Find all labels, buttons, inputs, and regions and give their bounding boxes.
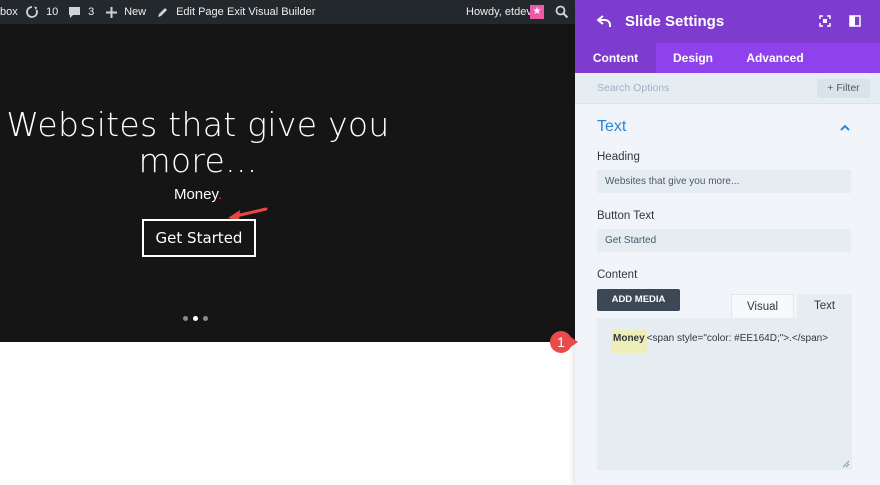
slider-module: Websites that give you more... Money. Ge… xyxy=(0,24,575,342)
button-text-label: Button Text xyxy=(597,210,655,222)
pencil-icon xyxy=(158,8,167,18)
expand-icon[interactable] xyxy=(819,15,831,27)
add-media-button[interactable]: ADD MEDIA xyxy=(597,289,680,311)
editor-code: Money <span style="color: #EE164D;">.</sp… xyxy=(611,330,829,353)
admin-bar: box 10 3 New Edit Page Exit Visual Build… xyxy=(0,0,575,24)
slide-settings-panel: Slide Settings Content Design Advanced S… xyxy=(575,0,880,485)
tab-content[interactable]: Content xyxy=(575,43,656,73)
panel-header: Slide Settings xyxy=(575,0,880,43)
site-name-fragment[interactable]: box xyxy=(0,0,18,24)
editor-span-code: <span style="color: #EE164D;">.</span> xyxy=(646,333,829,344)
slide-content-word: Money xyxy=(173,186,218,203)
edit-page-label: Edit Page xyxy=(176,6,224,18)
slide-heading-line1: Websites that give you xyxy=(6,105,390,144)
search-icon[interactable] xyxy=(555,5,569,19)
highlighted-word: Money xyxy=(611,330,647,353)
panel-title: Slide Settings xyxy=(625,13,725,30)
step-badge: 1 xyxy=(550,331,578,353)
slider-pagination xyxy=(183,308,213,326)
new-label: New xyxy=(124,6,147,18)
slide-content-period: . xyxy=(217,186,223,203)
comments-count: 3 xyxy=(88,6,95,18)
filter-button[interactable]: + Filter xyxy=(817,79,870,98)
panel-tabs: Content Design Advanced xyxy=(575,43,880,73)
updates-item[interactable]: 10 xyxy=(25,0,58,24)
pager-dot-2[interactable] xyxy=(193,316,198,321)
slide-content: Money. xyxy=(0,186,396,203)
content-label: Content xyxy=(597,269,638,281)
search-options-input[interactable]: Search Options xyxy=(597,73,669,103)
get-started-button[interactable]: Get Started xyxy=(142,219,256,257)
comments-item[interactable]: 3 xyxy=(68,0,94,24)
tab-advanced[interactable]: Advanced xyxy=(730,43,820,73)
text-section-title[interactable]: Text xyxy=(597,118,626,136)
divider xyxy=(575,103,880,104)
button-text-input[interactable]: Get Started xyxy=(597,229,851,252)
comment-icon xyxy=(69,6,80,18)
split-view-icon[interactable] xyxy=(849,15,861,27)
slide-heading-line2: more... xyxy=(138,141,258,180)
chevron-up-icon[interactable] xyxy=(840,124,850,131)
content-text-editor[interactable]: Money <span style="color: #EE164D;">.</sp… xyxy=(597,318,852,470)
pager-dot-1[interactable] xyxy=(183,316,188,321)
search-options-row: Search Options + Filter xyxy=(575,73,880,103)
text-tab[interactable]: Text xyxy=(797,294,852,318)
edit-page-item[interactable]: Edit Page xyxy=(157,0,224,24)
step-number: 1 xyxy=(557,334,565,350)
visual-tab[interactable]: Visual xyxy=(731,294,794,318)
pager-dot-3[interactable] xyxy=(203,316,208,321)
resize-grip-icon[interactable] xyxy=(842,460,850,468)
exit-visual-builder[interactable]: Exit Visual Builder xyxy=(227,0,315,24)
heading-label: Heading xyxy=(597,151,640,163)
avatar[interactable]: ★ xyxy=(530,5,544,19)
back-arrow-icon[interactable] xyxy=(597,14,611,28)
slide-heading: Websites that give you more... xyxy=(0,107,396,179)
updates-count: 10 xyxy=(46,6,59,18)
plus-icon xyxy=(106,6,117,18)
howdy-user[interactable]: Howdy, etdev xyxy=(466,0,532,24)
tab-design[interactable]: Design xyxy=(656,43,730,73)
heading-input[interactable]: Websites that give you more... xyxy=(597,170,851,193)
new-item[interactable]: New xyxy=(106,0,146,24)
refresh-icon xyxy=(26,6,38,18)
